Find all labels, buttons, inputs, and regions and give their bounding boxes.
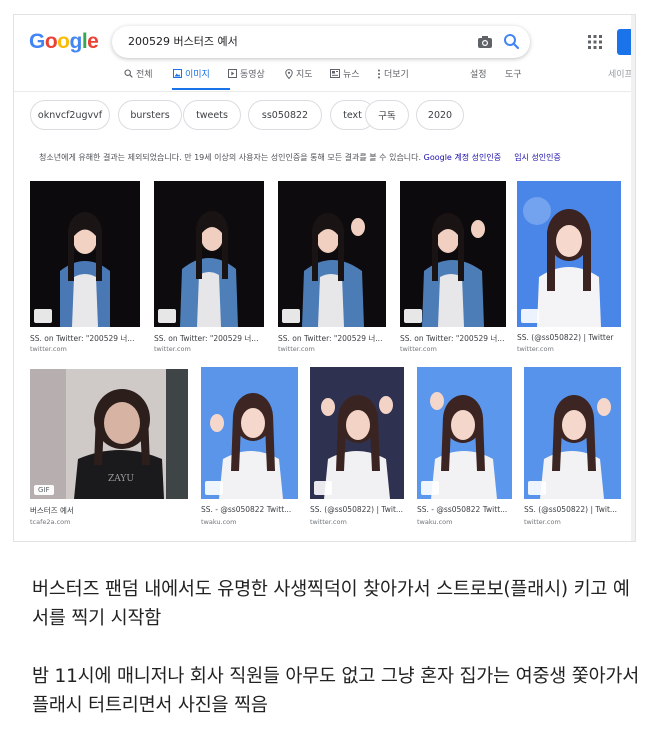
- tab-news-label: 뉴스: [343, 70, 360, 80]
- tab-all[interactable]: 전체: [124, 67, 153, 80]
- image-result[interactable]: [154, 181, 264, 327]
- related-chip[interactable]: bursters: [118, 100, 182, 130]
- result-source: twitter.com: [400, 345, 437, 353]
- image-result[interactable]: [517, 181, 621, 327]
- portrait-photo: [422, 213, 485, 327]
- result-caption[interactable]: SS. (@ss050822) | Twitter: [517, 333, 623, 342]
- image-result[interactable]: [310, 367, 404, 499]
- portrait-photo: [517, 181, 621, 327]
- related-chip[interactable]: ss050822: [248, 100, 322, 130]
- related-chip[interactable]: 2020: [416, 100, 464, 130]
- result-caption[interactable]: SS. on Twitter: "200529 너...: [278, 333, 388, 344]
- video-icon: [228, 69, 237, 78]
- image-result[interactable]: [400, 181, 506, 327]
- news-icon: [330, 69, 340, 78]
- search-box: [112, 26, 530, 58]
- result-caption[interactable]: SS. on Twitter: "200529 너...: [400, 333, 510, 344]
- media-badge-icon: [158, 309, 176, 323]
- tab-images-label: 이미지: [185, 70, 210, 80]
- map-pin-icon: [285, 68, 293, 79]
- related-chip[interactable]: oknvcf2ugvvf: [30, 100, 110, 130]
- related-chip[interactable]: 구독: [365, 100, 409, 130]
- tab-all-label: 전체: [136, 70, 153, 80]
- result-source: twitter.com: [278, 345, 315, 353]
- media-badge-icon: [314, 481, 332, 495]
- image-icon: [173, 69, 182, 78]
- result-source: twitter.com: [310, 518, 347, 526]
- active-tab-indicator: [172, 88, 230, 90]
- result-caption[interactable]: SS. (@ss050822) | Twit...: [310, 505, 406, 514]
- result-caption[interactable]: SS. - @ss050822 Twitt...: [201, 505, 300, 514]
- search-input[interactable]: [126, 33, 460, 48]
- result-caption[interactable]: SS. on Twitter: "200529 너...: [30, 333, 142, 344]
- portrait-photo: [60, 212, 110, 327]
- temp-verify-link[interactable]: 임시 성인인증: [514, 153, 561, 162]
- media-badge-icon: [521, 309, 539, 323]
- portrait-photo: [302, 213, 365, 327]
- tab-images[interactable]: 이미지: [173, 67, 210, 80]
- tools-link[interactable]: 도구: [505, 67, 522, 80]
- tab-more-label: 더보기: [384, 70, 409, 80]
- image-result[interactable]: ZAYU GIF: [30, 369, 188, 499]
- tab-maps[interactable]: 지도: [285, 67, 313, 80]
- portrait-photo: [310, 367, 404, 499]
- tab-videos[interactable]: 동영상: [228, 67, 265, 80]
- related-chip[interactable]: tweets: [183, 100, 241, 130]
- result-source: twitter.com: [30, 345, 67, 353]
- result-source: twitter.com: [517, 345, 554, 353]
- portrait-photo: [201, 367, 298, 499]
- result-source: twitter.com: [524, 518, 561, 526]
- search-icon: [124, 69, 133, 78]
- portrait-photo: [524, 367, 621, 499]
- settings-label: 설정: [470, 70, 487, 80]
- scrollbar[interactable]: [631, 15, 635, 541]
- image-result[interactable]: [278, 181, 386, 327]
- media-badge-icon: [34, 309, 52, 323]
- post-paragraph-1: 버스터즈 팬덤 내에서도 유명한 사생찍덕이 찾아가서 스트로보(플래시) 키고…: [32, 579, 630, 629]
- gif-badge: GIF: [34, 485, 54, 495]
- camera-icon[interactable]: [477, 34, 493, 50]
- result-source: twaku.com: [417, 518, 453, 526]
- media-badge-icon: [528, 481, 546, 495]
- image-result[interactable]: [30, 181, 140, 327]
- image-result[interactable]: [417, 367, 512, 499]
- tab-videos-label: 동영상: [240, 70, 265, 80]
- apps-grid-icon[interactable]: [588, 35, 602, 49]
- image-result[interactable]: [201, 367, 298, 499]
- gif-photo: ZAYU: [30, 369, 188, 499]
- tools-label: 도구: [505, 70, 522, 80]
- tab-maps-label: 지도: [296, 70, 313, 80]
- google-logo[interactable]: Google: [29, 30, 99, 54]
- svg-text:ZAYU: ZAYU: [108, 474, 134, 484]
- result-caption[interactable]: SS. on Twitter: "200529 너...: [154, 333, 266, 344]
- media-badge-icon: [205, 481, 223, 495]
- media-badge-icon: [404, 309, 422, 323]
- result-source: twaku.com: [201, 518, 237, 526]
- image-result[interactable]: [524, 367, 621, 499]
- result-caption[interactable]: SS. (@ss050822) | Twit...: [524, 505, 623, 514]
- media-badge-icon: [282, 309, 300, 323]
- result-source: twitter.com: [154, 345, 191, 353]
- tab-news[interactable]: 뉴스: [330, 67, 360, 80]
- search-icon[interactable]: [503, 33, 520, 50]
- tab-more[interactable]: 더보기: [377, 67, 409, 80]
- adult-verify-link[interactable]: Google 계정 성인인증: [424, 153, 501, 162]
- notice-text: 청소년에게 유해한 결과는 제외되었습니다. 만 19세 이상의 사용자는 성인…: [39, 153, 422, 162]
- result-source: tcafe2a.com: [30, 518, 71, 526]
- safesearch-notice: 청소년에게 유해한 결과는 제외되었습니다. 만 19세 이상의 사용자는 성인…: [39, 152, 624, 163]
- portrait-photo: [417, 367, 512, 499]
- settings-link[interactable]: 설정: [470, 67, 487, 80]
- result-caption[interactable]: 버스터즈 예서: [30, 505, 190, 516]
- header-divider: [14, 91, 635, 92]
- media-badge-icon: [421, 481, 439, 495]
- more-vertical-icon: [378, 69, 380, 78]
- portrait-photo: [180, 211, 238, 327]
- result-caption[interactable]: SS. - @ss050822 Twitt...: [417, 505, 514, 514]
- google-image-search-screenshot: Google 전체 이미지 동영상: [13, 14, 636, 542]
- post-paragraph-2: 밤 11시에 매니저나 회사 직원들 아무도 없고 그냥 혼자 집가는 여중생 …: [32, 666, 640, 716]
